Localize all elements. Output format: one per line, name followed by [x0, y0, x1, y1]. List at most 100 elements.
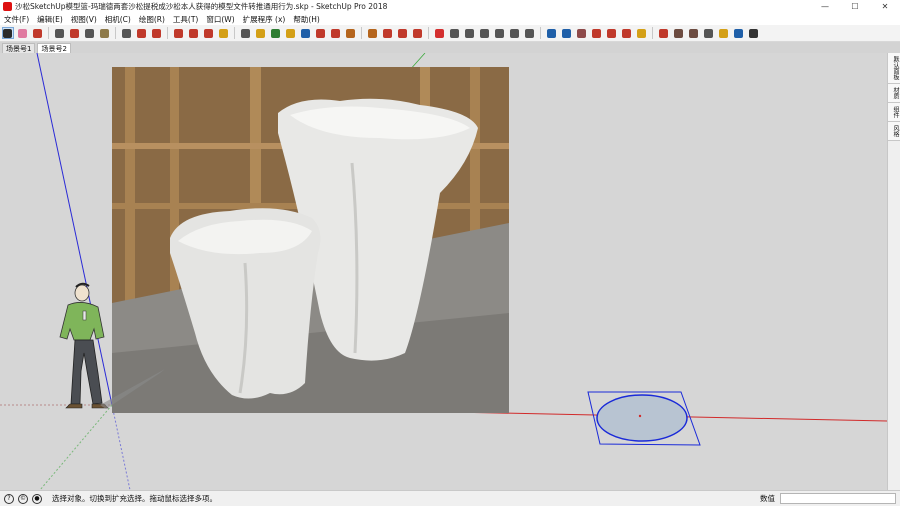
zoom-button[interactable]	[300, 27, 312, 39]
tray-tab-materials[interactable]: 材质	[888, 84, 900, 103]
main-toolbar	[0, 25, 900, 42]
rotate-button[interactable]	[188, 27, 200, 39]
iso-view-button[interactable]	[449, 27, 461, 39]
pan-button[interactable]	[285, 27, 297, 39]
sandbox-button[interactable]	[621, 27, 633, 39]
textured-icon	[607, 28, 616, 38]
paint-bucket-button[interactable]	[255, 27, 267, 39]
intersect-button[interactable]	[703, 27, 715, 39]
back-view-button[interactable]	[509, 27, 521, 39]
minimize-button[interactable]: —	[810, 0, 840, 13]
geo-location-icon[interactable]: ?	[4, 493, 14, 504]
menu-file[interactable]: 文件(F)	[0, 14, 33, 25]
outer-shell-button[interactable]	[688, 27, 700, 39]
default-tray: 默认面板 材质 组件 风格	[887, 53, 900, 490]
menu-tools[interactable]: 工具(T)	[169, 14, 202, 25]
textured-button[interactable]	[606, 27, 618, 39]
shape-button[interactable]	[99, 27, 111, 39]
location-button[interactable]	[718, 27, 730, 39]
front-view-button[interactable]	[479, 27, 491, 39]
warehouse-button[interactable]	[330, 27, 342, 39]
outliner-icon	[749, 28, 758, 38]
credits-icon[interactable]: ©	[18, 493, 28, 504]
right-view-button[interactable]	[494, 27, 506, 39]
style-button[interactable]	[434, 27, 446, 39]
ruby-icon	[383, 28, 392, 38]
toolbar-separator	[540, 27, 541, 39]
scene-tabs: 场景号1 场景号2	[0, 42, 71, 53]
model-info-button[interactable]	[367, 27, 379, 39]
orbit-button[interactable]	[270, 27, 282, 39]
shaded-icon	[592, 28, 601, 38]
text-icon	[241, 28, 250, 38]
close-button[interactable]: ✕	[870, 0, 900, 13]
add-location-icon	[734, 28, 743, 38]
menu-view[interactable]: 视图(V)	[67, 14, 101, 25]
section-display-icon	[659, 28, 668, 38]
top-view-button[interactable]	[464, 27, 476, 39]
maximize-button[interactable]: ☐	[840, 0, 870, 13]
push-pull-button[interactable]	[136, 27, 148, 39]
sketchup-logo-icon	[3, 2, 12, 11]
menu-help[interactable]: 帮助(H)	[289, 14, 324, 25]
send-to-layout-button[interactable]	[412, 27, 424, 39]
tray-tab-styles[interactable]: 风格	[888, 122, 900, 141]
dropdown-arrow-button[interactable]	[84, 27, 96, 39]
outliner-button[interactable]	[748, 27, 760, 39]
toolbar-separator	[428, 27, 429, 39]
scene-tab-1[interactable]: 场景号1	[2, 43, 36, 53]
xray-button[interactable]	[546, 27, 558, 39]
right-view-icon	[495, 28, 504, 38]
eraser-icon	[18, 28, 27, 38]
layout-icon	[398, 28, 407, 38]
measurements-input[interactable]	[780, 493, 896, 504]
arc-button[interactable]	[69, 27, 81, 39]
solid-tools-button[interactable]	[673, 27, 685, 39]
hidden-line-button[interactable]	[576, 27, 588, 39]
scale-button[interactable]	[203, 27, 215, 39]
zoom-extents-button[interactable]	[315, 27, 327, 39]
section-plane-icon	[637, 28, 646, 38]
section-plane-button[interactable]	[636, 27, 648, 39]
status-bar: ? © ● 选择对象。切换到扩充选择。拖动鼠标选择多项。 数值	[0, 490, 900, 506]
intersect-icon	[704, 28, 713, 38]
menu-window[interactable]: 窗口(W)	[202, 14, 238, 25]
select-button[interactable]	[1, 27, 14, 39]
eraser-button[interactable]	[17, 27, 29, 39]
left-view-button[interactable]	[524, 27, 536, 39]
model-viewport[interactable]	[0, 53, 887, 490]
layout-button[interactable]	[397, 27, 409, 39]
tray-tab-components[interactable]: 组件	[888, 103, 900, 122]
tape-measure-button[interactable]	[218, 27, 230, 39]
menu-bar: 文件(F) 编辑(E) 视图(V) 相机(C) 绘图(R) 工具(T) 窗口(W…	[0, 13, 900, 25]
scale-icon	[204, 28, 213, 38]
extension-warehouse-button[interactable]	[345, 27, 357, 39]
text-button[interactable]	[240, 27, 252, 39]
location-icon	[719, 28, 728, 38]
dropdown-arrow-button[interactable]	[54, 27, 66, 39]
offset-button[interactable]	[151, 27, 163, 39]
sandbox-icon	[622, 28, 631, 38]
photo-image[interactable]	[112, 67, 509, 413]
style-icon	[435, 28, 444, 38]
tray-tab-default[interactable]: 默认面板	[888, 53, 900, 84]
menu-draw[interactable]: 绘图(R)	[135, 14, 169, 25]
add-location-button[interactable]	[733, 27, 745, 39]
user-icon[interactable]: ●	[32, 493, 42, 504]
title-bar: 沙松SketchUp模型篮-玛瑞德两套沙松提税成沙松本人获得的模型文件转推通用行…	[0, 0, 900, 13]
send-to-layout-icon	[413, 28, 422, 38]
push-pull-icon	[137, 28, 146, 38]
shaded-button[interactable]	[591, 27, 603, 39]
menu-extensions[interactable]: 扩展程序 (x)	[239, 14, 290, 25]
menu-edit[interactable]: 编辑(E)	[33, 14, 67, 25]
move-button[interactable]	[173, 27, 185, 39]
ruby-button[interactable]	[382, 27, 394, 39]
menu-camera[interactable]: 相机(C)	[101, 14, 135, 25]
toolbar-separator	[115, 27, 116, 39]
dropdown-arrow-button[interactable]	[121, 27, 133, 39]
scene-tab-2[interactable]: 场景号2	[37, 43, 71, 53]
wireframe-button[interactable]	[561, 27, 573, 39]
pencil-button[interactable]	[32, 27, 44, 39]
paint-bucket-icon	[256, 28, 265, 38]
section-display-button[interactable]	[658, 27, 670, 39]
